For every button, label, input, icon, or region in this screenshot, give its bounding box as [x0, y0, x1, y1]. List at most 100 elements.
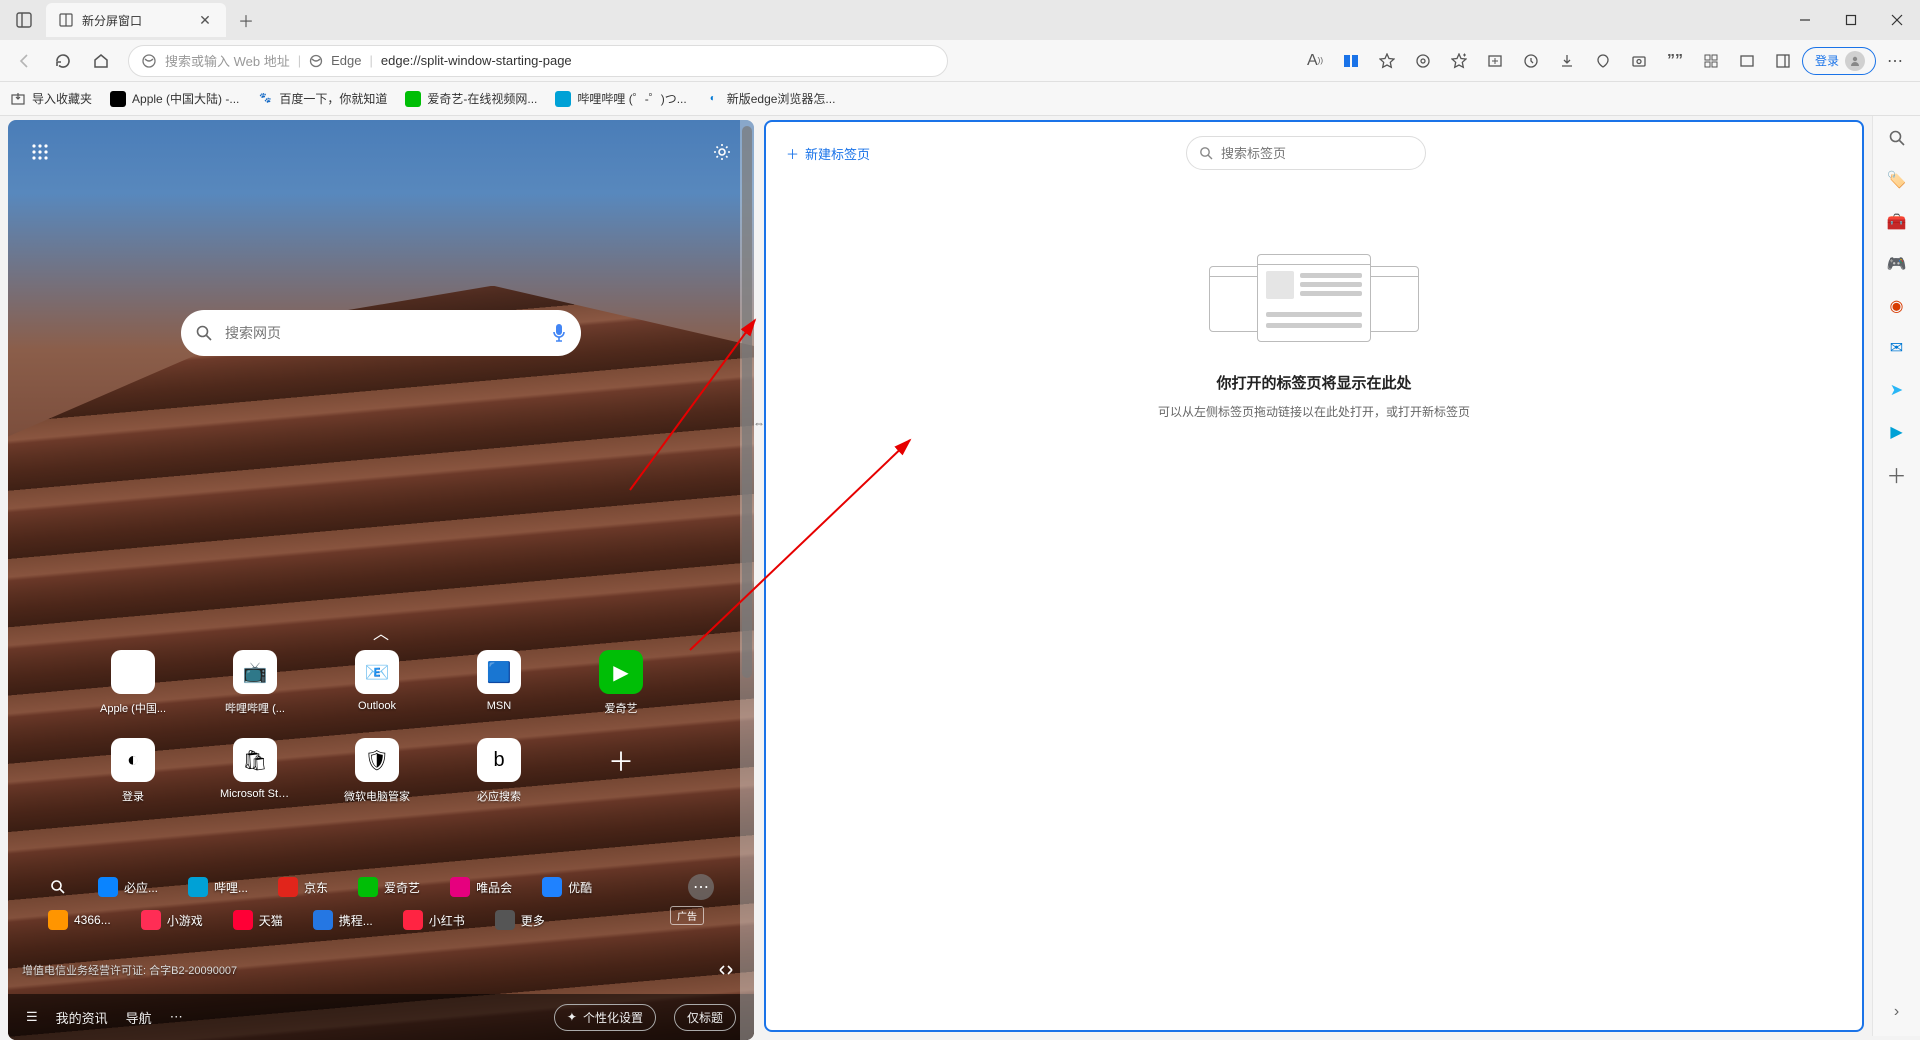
- quick-link-icon: [403, 910, 423, 930]
- nav-tab[interactable]: 导航: [126, 1008, 152, 1027]
- sidebar-add-button[interactable]: ＋: [1883, 460, 1911, 488]
- collapse-tiles-button[interactable]: ︿: [373, 620, 389, 644]
- quick-link-search[interactable]: [48, 877, 68, 897]
- left-pane-scrollbar[interactable]: [740, 120, 754, 1040]
- close-window-button[interactable]: [1874, 0, 1920, 40]
- ntp-search-bar[interactable]: [181, 310, 581, 356]
- tab-actions-button[interactable]: [8, 4, 40, 36]
- quick-tile[interactable]: ▶爱奇艺: [586, 650, 656, 716]
- screenshot-button[interactable]: [1622, 44, 1656, 78]
- bookmark-item[interactable]: Apple (中国大陆) -...: [110, 90, 239, 107]
- quick-link[interactable]: 小游戏: [141, 910, 203, 930]
- bookmark-item[interactable]: 哔哩哔哩 (゜-゜)つ...: [555, 90, 686, 107]
- quick-link[interactable]: 哔哩...: [188, 877, 248, 897]
- sidebar-outlook-icon[interactable]: ✉: [1883, 334, 1911, 362]
- personalize-button[interactable]: ✦个性化设置: [554, 1004, 656, 1031]
- quick-link[interactable]: 天猫: [233, 910, 283, 930]
- layout-title-only-button[interactable]: 仅标题: [674, 1004, 736, 1031]
- scrollbar-thumb[interactable]: [742, 126, 752, 678]
- address-bar[interactable]: 搜索或输入 Web 地址 | Edge | edge://split-windo…: [128, 45, 948, 77]
- downloads-button[interactable]: [1550, 44, 1584, 78]
- quick-tile[interactable]: 🛡微软电脑管家: [342, 738, 412, 804]
- app-launcher-button[interactable]: [22, 134, 58, 170]
- sidebar-toggle-button[interactable]: [1766, 44, 1800, 78]
- add-tile-button[interactable]: ＋: [586, 738, 656, 804]
- quick-link[interactable]: 爱奇艺: [358, 877, 420, 897]
- menu-icon[interactable]: ☰: [26, 1009, 38, 1025]
- import-icon: [10, 91, 26, 107]
- new-tab-page: ︿ Apple (中国... 📺哔哩哔哩 (... 📧Outlook 🟦MSN ▶爱奇艺…: [8, 120, 754, 1040]
- maximize-button[interactable]: [1828, 0, 1874, 40]
- tab-search-input[interactable]: [1221, 146, 1413, 161]
- quick-link-label: 天猫: [259, 912, 283, 929]
- bookmark-item[interactable]: ◐新版edge浏览器怎...: [705, 90, 836, 107]
- split-screen-button[interactable]: [1334, 44, 1368, 78]
- tab-search-bar[interactable]: [1186, 136, 1426, 170]
- right-pane-header: ＋ 新建标签页: [766, 122, 1862, 184]
- new-tab-link[interactable]: ＋ 新建标签页: [786, 144, 870, 163]
- tab-close-button[interactable]: ✕: [196, 11, 214, 29]
- sidebar-bilibili-icon[interactable]: ▶: [1883, 418, 1911, 446]
- sidebar-games-icon[interactable]: 🎮: [1883, 250, 1911, 278]
- sidebar-shopping-icon[interactable]: 🏷️: [1883, 166, 1911, 194]
- quick-tile[interactable]: b必应搜索: [464, 738, 534, 804]
- collections-button[interactable]: [1478, 44, 1512, 78]
- quick-link[interactable]: 必应...: [98, 877, 158, 897]
- empty-state-subtitle: 可以从左侧标签页拖动链接以在此处打开，或打开新标签页: [1158, 403, 1470, 420]
- quick-tile[interactable]: 🛍Microsoft Sto...: [220, 738, 290, 804]
- bookmark-item[interactable]: 爱奇艺-在线视频网...: [405, 90, 537, 107]
- page-settings-button[interactable]: [704, 134, 740, 170]
- sidebar-send-icon[interactable]: ➤: [1883, 376, 1911, 404]
- feed-tab[interactable]: 我的资讯: [56, 1008, 108, 1027]
- import-favorites-button[interactable]: 导入收藏夹: [10, 90, 92, 107]
- quick-link-label: 更多: [521, 912, 545, 929]
- voice-search-button[interactable]: [551, 323, 567, 343]
- bookmark-item[interactable]: 🐾百度一下，你就知道: [257, 90, 387, 107]
- quick-link[interactable]: 优酷: [542, 877, 592, 897]
- favorites-button[interactable]: [1442, 44, 1476, 78]
- minimize-button[interactable]: [1782, 0, 1828, 40]
- quick-tile[interactable]: Apple (中国...: [98, 650, 168, 716]
- citations-button[interactable]: ””: [1658, 44, 1692, 78]
- back-button[interactable]: [8, 44, 42, 78]
- extensions-button[interactable]: [1406, 44, 1440, 78]
- quick-link[interactable]: 携程...: [313, 910, 373, 930]
- search-icon: [195, 324, 213, 342]
- quick-link[interactable]: 唯品会: [450, 877, 512, 897]
- license-text: 增值电信业务经营许可证: 合字B2-20090007: [22, 962, 237, 978]
- quick-link[interactable]: 4366...: [48, 910, 111, 930]
- quick-link[interactable]: 更多: [495, 910, 545, 930]
- sidebar-chevron-icon[interactable]: ›: [1883, 998, 1911, 1026]
- search-icon: [48, 877, 68, 897]
- read-aloud-button[interactable]: A)): [1298, 44, 1332, 78]
- apps-button[interactable]: [1694, 44, 1728, 78]
- new-tab-button[interactable]: ＋: [230, 4, 262, 36]
- expand-button[interactable]: [718, 962, 734, 978]
- quick-tile[interactable]: 🟦MSN: [464, 650, 534, 716]
- performance-button[interactable]: [1586, 44, 1620, 78]
- quick-tile[interactable]: 📧Outlook: [342, 650, 412, 716]
- edge-indicator-icon: [309, 54, 323, 68]
- bookmark-label: 新版edge浏览器怎...: [727, 90, 836, 107]
- right-sidebar: 🏷️ 🧰 🎮 ◉ ✉ ➤ ▶ ＋ ›: [1872, 116, 1920, 1036]
- sidebar-office-icon[interactable]: ◉: [1883, 292, 1911, 320]
- quick-links-more-button[interactable]: ⋯: [688, 874, 714, 900]
- favorite-star-button[interactable]: [1370, 44, 1404, 78]
- tab-active[interactable]: 新分屏窗口 ✕: [46, 3, 226, 37]
- browser-essentials-button[interactable]: [1730, 44, 1764, 78]
- split-divider[interactable]: ⇔: [754, 116, 764, 1036]
- quick-tile[interactable]: 📺哔哩哔哩 (...: [220, 650, 290, 716]
- more-dots-icon[interactable]: ⋯: [170, 1009, 183, 1025]
- address-placeholder: 搜索或输入 Web 地址: [165, 51, 290, 70]
- ntp-search-input[interactable]: [225, 325, 539, 341]
- history-button[interactable]: [1514, 44, 1548, 78]
- login-button[interactable]: 登录: [1802, 47, 1876, 75]
- sidebar-tools-icon[interactable]: 🧰: [1883, 208, 1911, 236]
- refresh-button[interactable]: [46, 44, 80, 78]
- home-button[interactable]: [84, 44, 118, 78]
- more-menu-button[interactable]: ⋯: [1878, 44, 1912, 78]
- quick-tile[interactable]: ◐登录: [98, 738, 168, 804]
- quick-link[interactable]: 京东: [278, 877, 328, 897]
- quick-link[interactable]: 小红书: [403, 910, 465, 930]
- sidebar-search-icon[interactable]: [1883, 124, 1911, 152]
